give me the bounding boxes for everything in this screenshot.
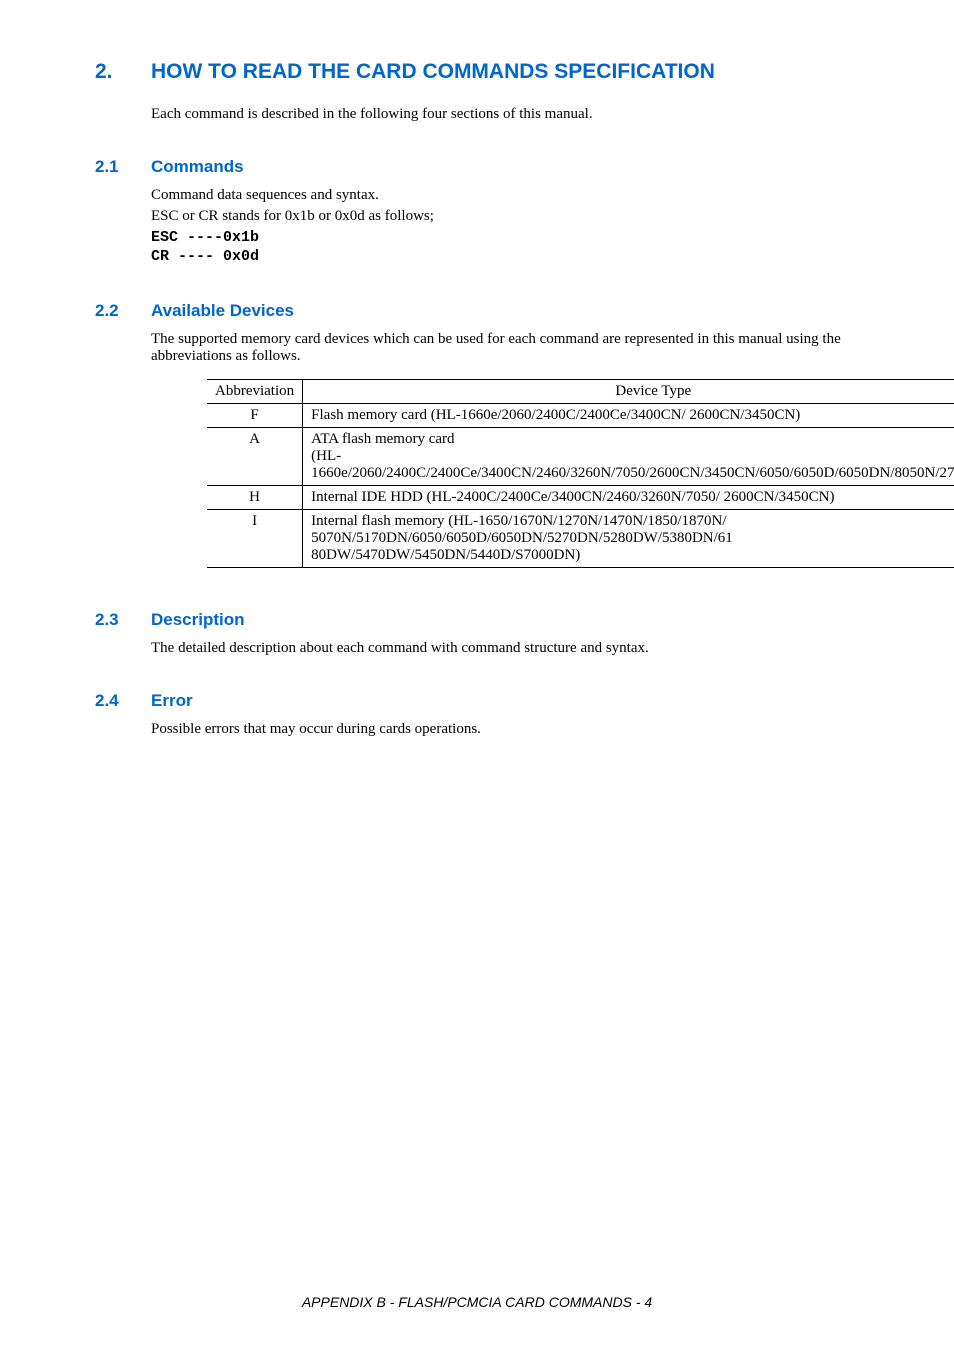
page-footer: APPENDIX B - FLASH/PCMCIA CARD COMMANDS … xyxy=(0,1294,954,1310)
table-row: F Flash memory card (HL-1660e/2060/2400C… xyxy=(207,403,954,427)
table-row: A ATA flash memory card (HL-1660e/2060/2… xyxy=(207,427,954,485)
cell-type: Flash memory card (HL-1660e/2060/2400C/2… xyxy=(303,403,954,427)
commands-p2: ESC or CR stands for 0x1b or 0x0d as fol… xyxy=(151,208,859,225)
cell-type: Internal IDE HDD (HL-2400C/2400Ce/3400CN… xyxy=(303,485,954,509)
section-intro: Each command is described in the followi… xyxy=(151,106,859,123)
subheading-error: 2.4Error xyxy=(95,691,859,711)
subheading-number: 2.4 xyxy=(95,691,151,711)
cell-type: Internal flash memory (HL-1650/1670N/127… xyxy=(303,509,954,567)
subheading-title: Description xyxy=(151,610,245,629)
devices-p1: The supported memory card devices which … xyxy=(151,331,859,365)
subheading-title: Available Devices xyxy=(151,301,294,320)
cell-type: ATA flash memory card (HL-1660e/2060/240… xyxy=(303,427,954,485)
subheading-title: Error xyxy=(151,691,193,710)
subheading-number: 2.3 xyxy=(95,610,151,630)
commands-code: ESC ----0x1b CR ---- 0x0d xyxy=(151,229,859,267)
subheading-number: 2.2 xyxy=(95,301,151,321)
th-device-type: Device Type xyxy=(303,379,954,403)
cell-abbr: F xyxy=(207,403,303,427)
subheading-description: 2.3Description xyxy=(95,610,859,630)
th-abbreviation: Abbreviation xyxy=(207,379,303,403)
section-heading: 2.HOW TO READ THE CARD COMMANDS SPECIFIC… xyxy=(95,60,859,84)
table-header-row: Abbreviation Device Type xyxy=(207,379,954,403)
subheading-devices: 2.2Available Devices xyxy=(95,301,859,321)
table-row: H Internal IDE HDD (HL-2400C/2400Ce/3400… xyxy=(207,485,954,509)
cell-abbr: I xyxy=(207,509,303,567)
section-number: 2. xyxy=(95,60,151,84)
commands-p1: Command data sequences and syntax. xyxy=(151,187,859,204)
cell-abbr: H xyxy=(207,485,303,509)
section-title: HOW TO READ THE CARD COMMANDS SPECIFICAT… xyxy=(151,60,715,83)
subheading-number: 2.1 xyxy=(95,157,151,177)
subheading-title: Commands xyxy=(151,157,244,176)
table-row: I Internal flash memory (HL-1650/1670N/1… xyxy=(207,509,954,567)
error-p1: Possible errors that may occur during ca… xyxy=(151,721,859,738)
subheading-commands: 2.1Commands xyxy=(95,157,859,177)
description-p1: The detailed description about each comm… xyxy=(151,640,859,657)
cell-abbr: A xyxy=(207,427,303,485)
devices-table: Abbreviation Device Type F Flash memory … xyxy=(207,379,954,568)
